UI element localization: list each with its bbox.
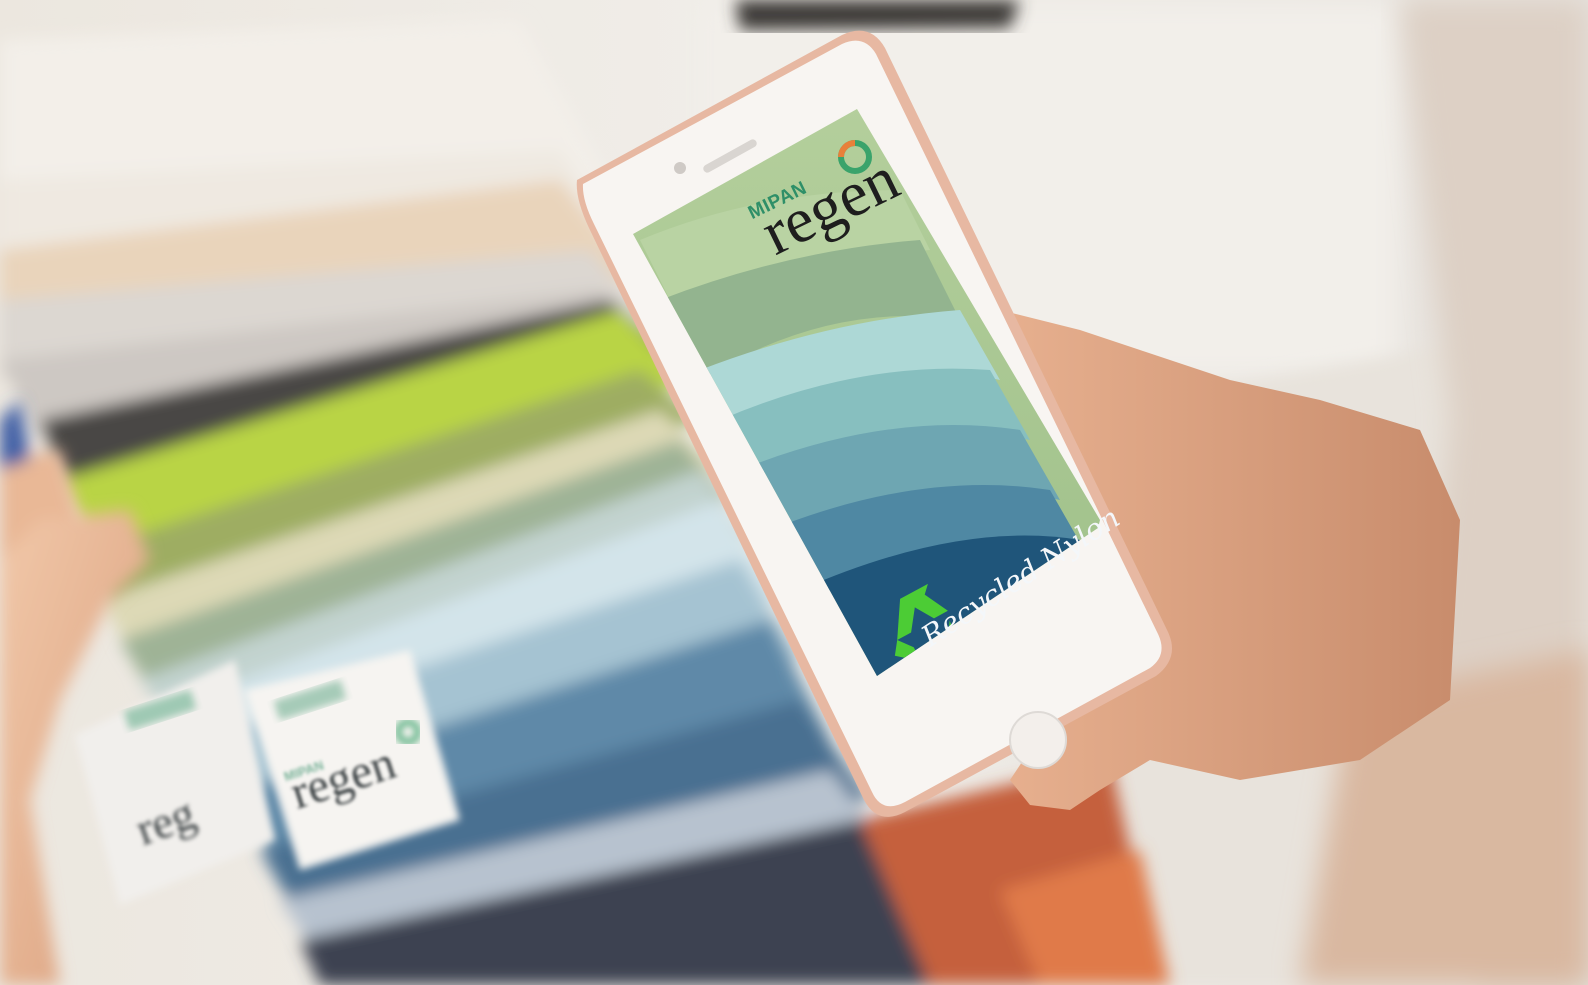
photo-scene: MIPAN regen Recycled Nylon MIPAN regen r…	[0, 0, 1588, 985]
background-photo	[0, 0, 1588, 985]
